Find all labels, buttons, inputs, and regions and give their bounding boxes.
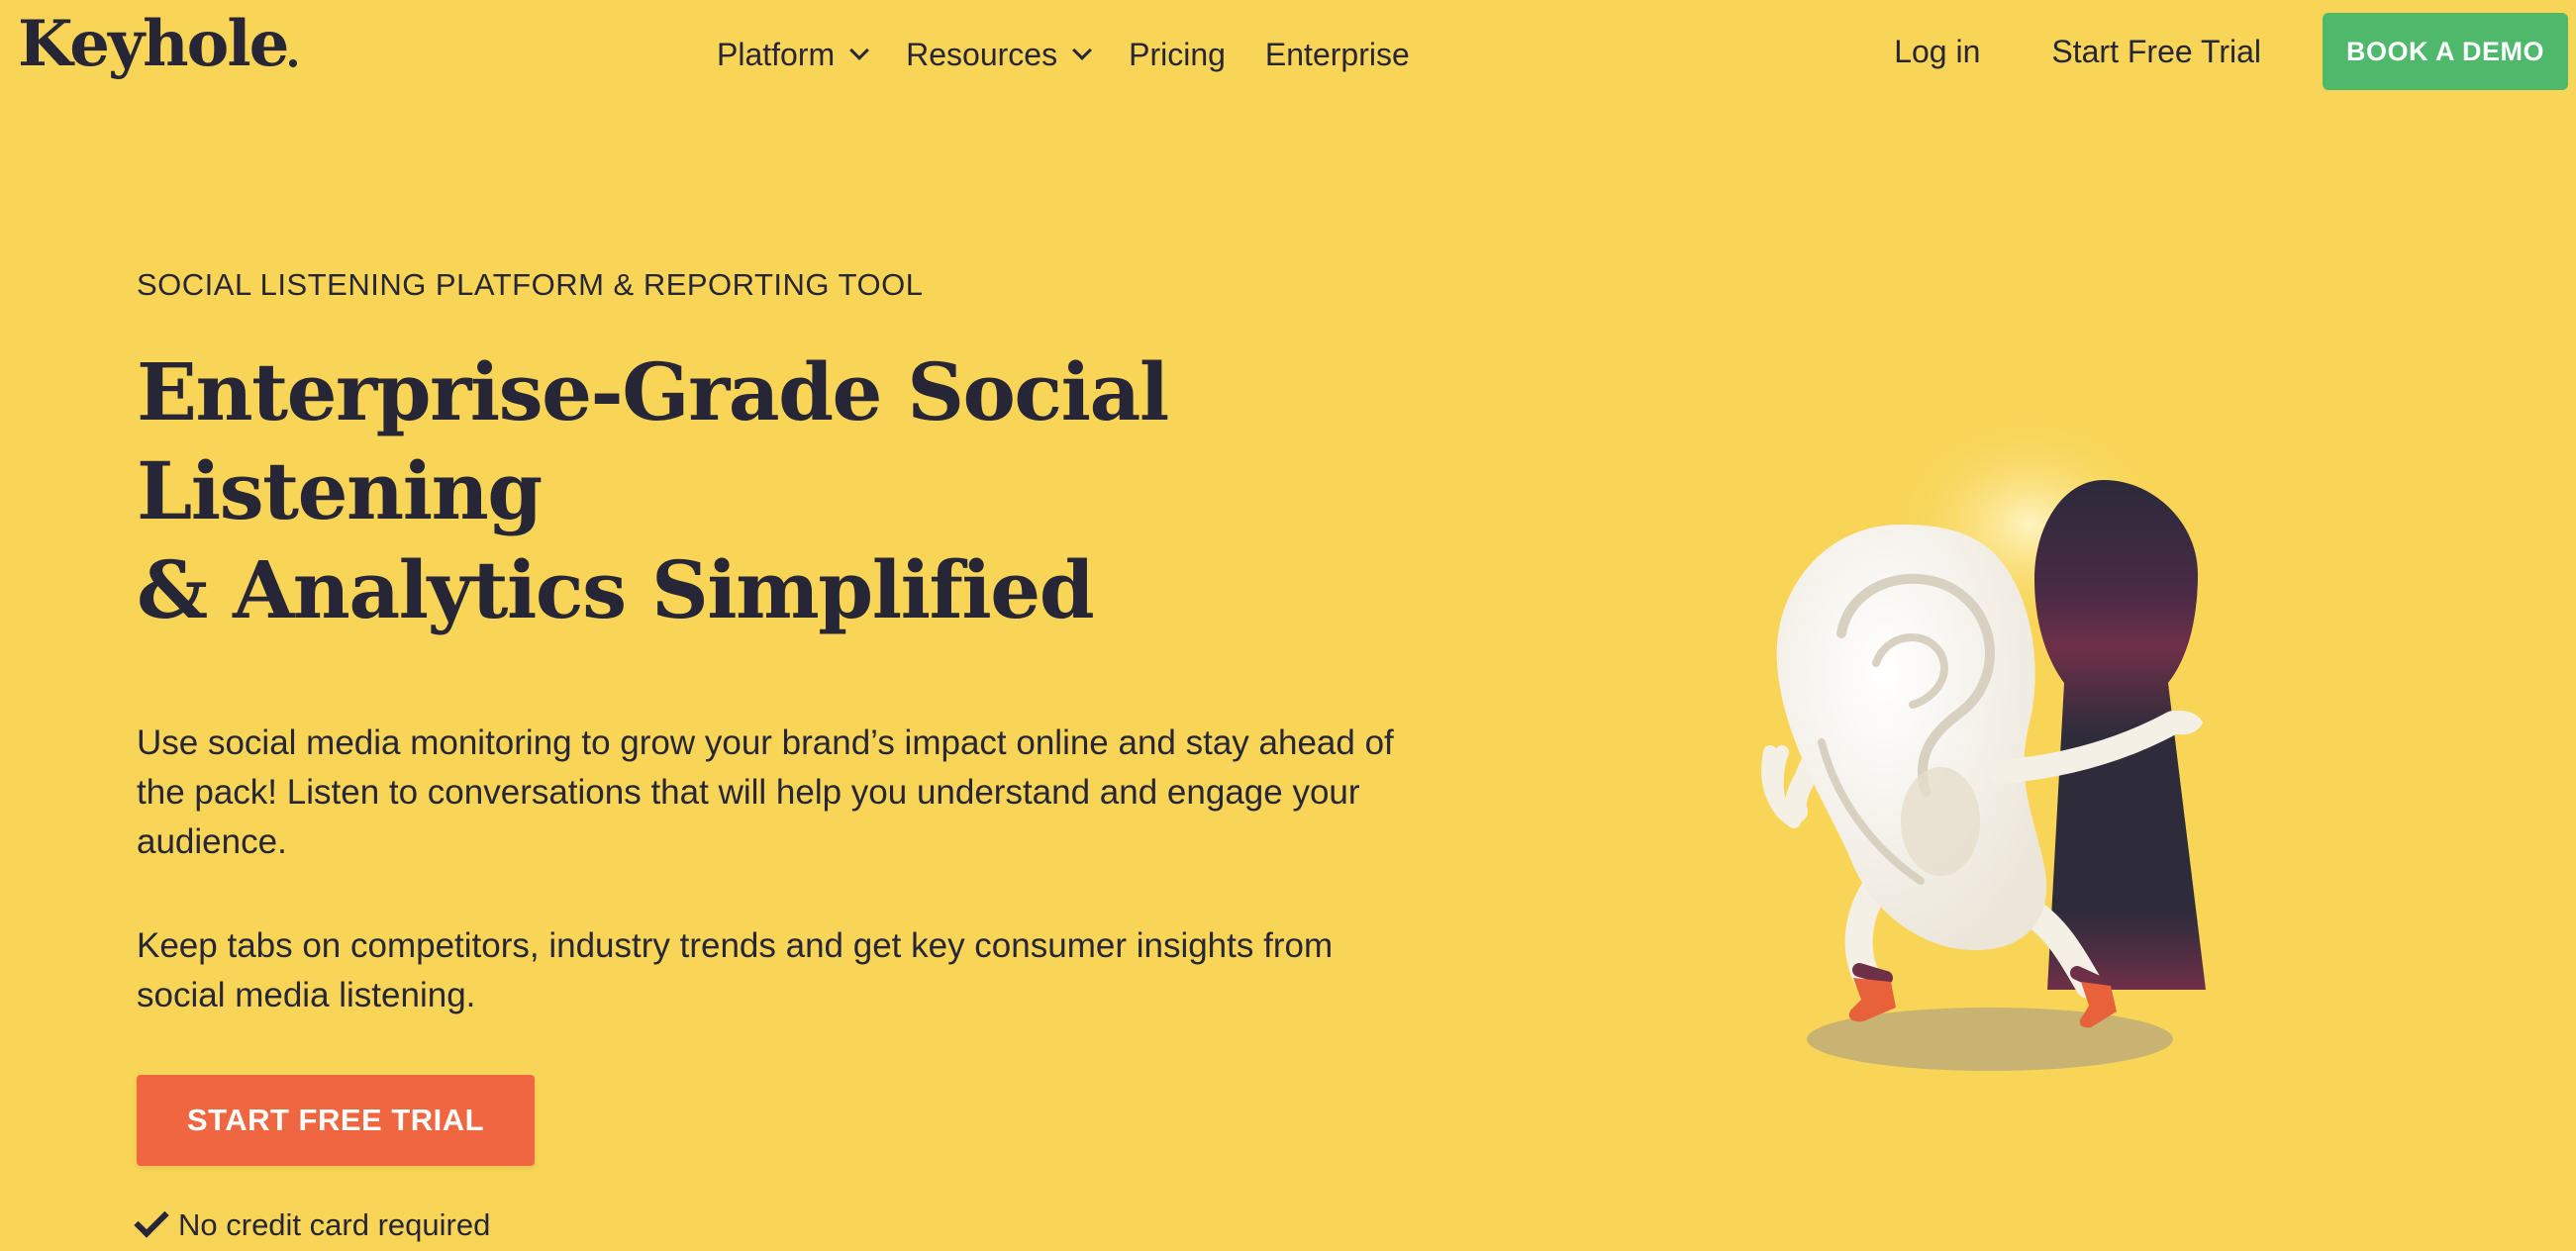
right-sock: [2070, 966, 2106, 990]
ear-keyhole-illustration: [1761, 416, 2206, 1071]
check-icon: [134, 1203, 169, 1238]
chevron-down-icon: [849, 41, 870, 60]
right-hand: [2168, 711, 2203, 735]
header-actions: Log in Start Free Trial BOOK A DEMO: [1894, 13, 2568, 90]
site-header: Keyhole Platform Resources Pricing Enter…: [0, 0, 2576, 109]
main-nav: Platform Resources Pricing Enterprise: [717, 26, 1449, 83]
nav-item-pricing[interactable]: Pricing: [1129, 37, 1226, 73]
logo-text: Keyhole: [18, 7, 289, 81]
headline-line-1: Enterprise-Grade Social Listening: [137, 345, 1169, 537]
nav-item-label: Resources: [906, 36, 1058, 72]
nav-item-enterprise[interactable]: Enterprise: [1265, 37, 1410, 73]
start-free-trial-link[interactable]: Start Free Trial: [2051, 34, 2261, 70]
nav-item-label: Pricing: [1129, 36, 1226, 72]
ear-body: [1776, 525, 2047, 950]
logo-dot: [289, 59, 298, 67]
left-hand: [1761, 745, 1815, 828]
nav-item-platform[interactable]: Platform: [717, 36, 870, 73]
nav-item-resources[interactable]: Resources: [906, 36, 1092, 73]
nav-item-label: Platform: [717, 36, 836, 72]
hero-headline: Enterprise-Grade Social Listening & Anal…: [137, 342, 1443, 639]
no-credit-card-note: No credit card required: [134, 1203, 1443, 1243]
book-demo-button[interactable]: BOOK A DEMO: [2323, 13, 2568, 90]
headline-line-2: & Analytics Simplified: [137, 543, 1095, 636]
chevron-down-icon: [1072, 41, 1092, 60]
keyhole-logo[interactable]: Keyhole: [18, 7, 298, 81]
hero-section: SOCIAL LISTENING PLATFORM & REPORTING TO…: [134, 267, 1443, 1243]
note-text: No credit card required: [178, 1207, 491, 1242]
left-sock: [1852, 963, 1893, 985]
hero-eyebrow: SOCIAL LISTENING PLATFORM & REPORTING TO…: [137, 267, 924, 302]
hero-paragraph-1: Use social media monitoring to grow your…: [137, 723, 1394, 861]
ear-concha: [1901, 767, 1980, 876]
nav-item-label: Enterprise: [1264, 36, 1410, 72]
hero-paragraph-2: Keep tabs on competitors, industry trend…: [137, 926, 1334, 1014]
start-free-trial-button[interactable]: START FREE TRIAL: [137, 1075, 535, 1166]
login-link[interactable]: Log in: [1894, 34, 1980, 70]
